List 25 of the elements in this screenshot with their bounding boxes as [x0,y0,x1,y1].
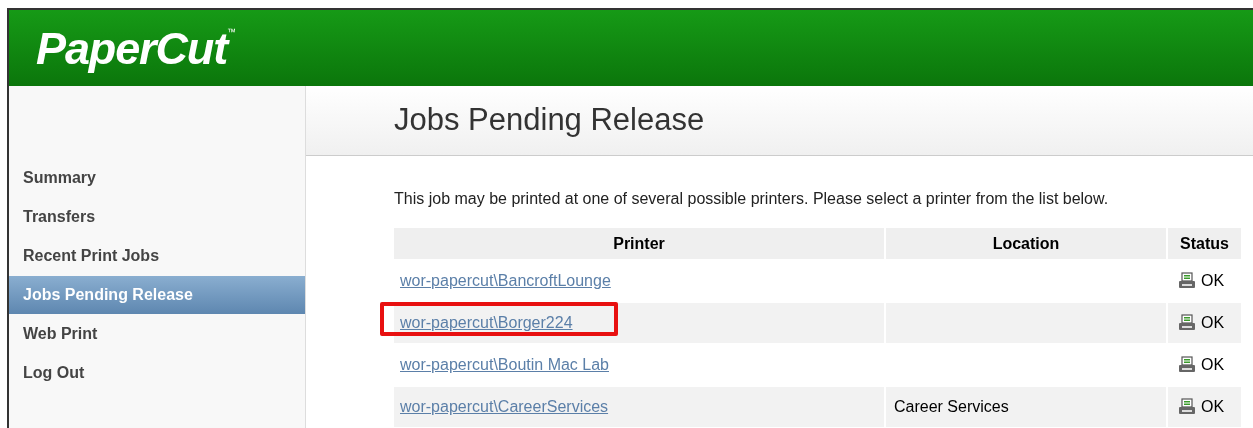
printer-link[interactable]: wor-papercut\BancroftLounge [400,272,611,289]
column-header: Printer [394,228,884,259]
printer-icon [1178,356,1196,374]
status-text: OK [1201,397,1225,417]
status-text: OK [1201,355,1225,375]
logo: PaperCut [36,25,228,71]
printer-icon [1178,272,1196,290]
intro-text: This job may be printed at one of several possible printers. Please select a printer from the list below. [394,189,1110,209]
location-text: Career Services [894,398,1009,415]
printer-icon [1178,314,1196,332]
trademark: ™ [227,26,237,37]
sidebar-item[interactable]: Recent Print Jobs [9,237,305,275]
column-header: Status [1168,228,1241,259]
sidebar-item[interactable]: Summary [9,159,305,197]
sidebar-item[interactable]: Web Print [9,315,305,353]
column-header: Location [886,228,1166,259]
printer-icon [1178,398,1196,416]
page-title: Jobs Pending Release [394,101,705,140]
printer-link[interactable]: wor-papercut\Boutin Mac Lab [400,356,609,373]
printer-link[interactable]: wor-papercut\Borger224 [400,314,573,331]
sidebar-item[interactable]: Log Out [9,354,305,392]
printer-link[interactable]: wor-papercut\CareerServices [400,398,609,415]
status-text: OK [1201,313,1225,333]
sidebar-item[interactable]: Transfers [9,198,305,236]
status-text: OK [1201,271,1225,291]
